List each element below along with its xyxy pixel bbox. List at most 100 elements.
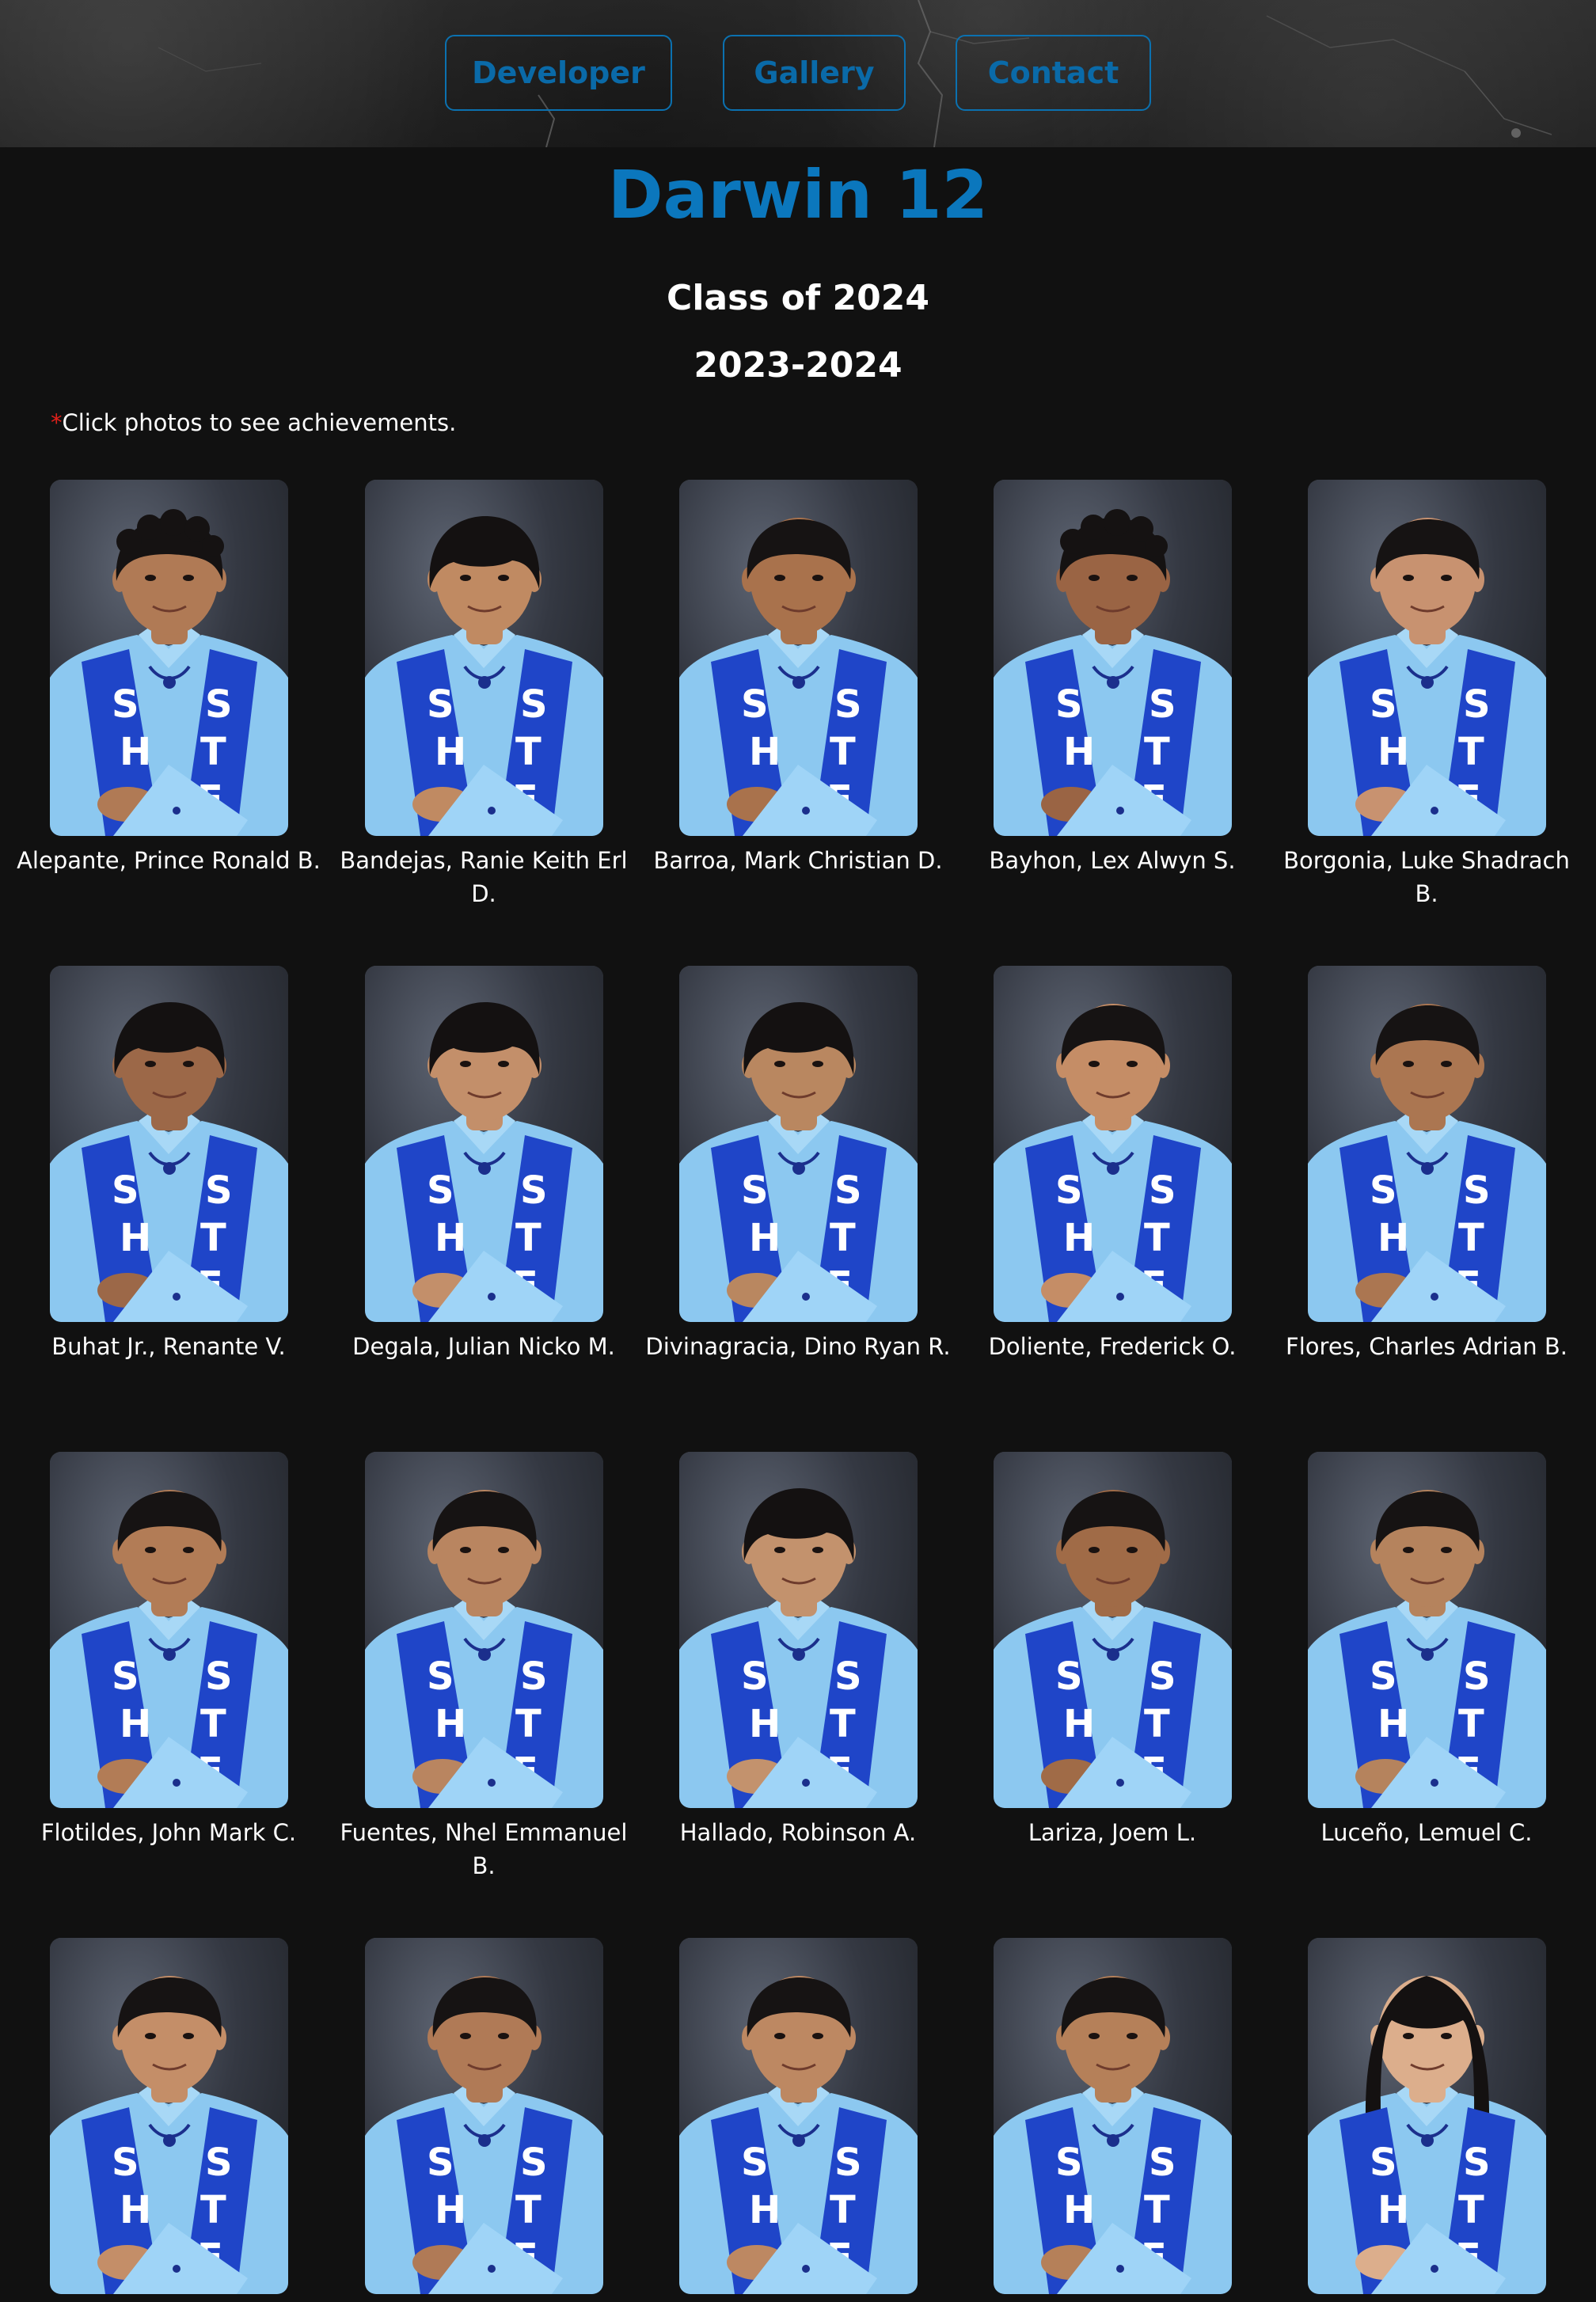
student-card[interactable]: S H S T E Luceño, Lemuel C. — [1268, 1452, 1585, 1849]
graduation-portrait-illustration: S H S T E — [1307, 480, 1546, 836]
graduation-portrait-illustration: S H S T E — [993, 480, 1232, 836]
graduation-portrait-illustration: S H S T E — [678, 1938, 918, 2294]
student-card[interactable]: S H S T E — [325, 1938, 642, 2302]
student-photo[interactable]: S H S T E — [49, 1452, 288, 1808]
student-photo[interactable]: S H S T E — [993, 966, 1232, 1322]
student-card[interactable]: S H S T E Flores, Charles Adrian B. — [1268, 966, 1585, 1363]
svg-text:T: T — [830, 1216, 856, 1260]
student-photo[interactable]: S H S T E — [993, 480, 1232, 836]
student-photo[interactable]: S H S T E — [1307, 1938, 1546, 2294]
svg-text:H: H — [120, 1216, 151, 1260]
svg-text:H: H — [1063, 1702, 1095, 1746]
svg-text:S: S — [112, 1168, 139, 1213]
svg-text:S: S — [1149, 1168, 1176, 1213]
required-asterisk: * — [51, 409, 63, 436]
student-card[interactable]: S H S T E Hallado, Robinson A. — [640, 1452, 956, 1849]
student-photo[interactable]: S H S T E — [364, 480, 603, 836]
svg-text:S: S — [205, 1168, 233, 1213]
student-name: Buhat Jr., Renante V. — [51, 1333, 286, 1360]
student-card[interactable]: S H S T E Bandejas, Ranie Keith Erl D. — [325, 480, 642, 910]
student-photo[interactable]: S H S T E — [678, 480, 918, 836]
student-card[interactable]: S H S T E Divinagracia, Dino Ryan R. — [640, 966, 956, 1363]
student-photo[interactable]: S H S T E — [364, 1938, 603, 2294]
student-card[interactable]: S H S T E Borgonia, Luke Shadrach B. — [1268, 480, 1585, 910]
svg-text:S: S — [1055, 682, 1083, 727]
svg-text:S: S — [112, 1654, 139, 1699]
student-photo[interactable]: S H S T E — [678, 966, 918, 1322]
student-photo[interactable]: S H S T E — [1307, 1452, 1546, 1808]
student-card[interactable]: S H S T E — [10, 1938, 327, 2302]
svg-text:S: S — [427, 1654, 454, 1699]
svg-text:H: H — [749, 1216, 781, 1260]
student-photo[interactable]: S H S T E — [1307, 480, 1546, 836]
svg-text:S: S — [1463, 2141, 1491, 2185]
student-card[interactable]: S H S T E Degala, Julian Nicko M. — [325, 966, 642, 1363]
svg-text:S: S — [1370, 682, 1397, 727]
graduation-portrait-illustration: S H S T E — [678, 966, 918, 1322]
student-card[interactable]: S H S T E Barroa, Mark Christian D. — [640, 480, 956, 877]
student-photo[interactable]: S H S T E — [678, 1938, 918, 2294]
graduation-portrait-illustration: S H S T E — [49, 1938, 288, 2294]
graduation-portrait-illustration: S H S T E — [993, 966, 1232, 1322]
graduation-portrait-illustration: S H S T E — [49, 480, 288, 836]
graduation-portrait-illustration: S H S T E — [1307, 1938, 1546, 2294]
student-photo[interactable]: S H S T E — [364, 1452, 603, 1808]
svg-text:S: S — [112, 682, 139, 727]
svg-text:S: S — [834, 2141, 862, 2185]
svg-text:T: T — [830, 1702, 856, 1746]
student-card[interactable]: S H S T E — [1268, 1938, 1585, 2302]
svg-text:S: S — [741, 1168, 769, 1213]
student-card[interactable]: S H S T E Doliente, Frederick O. — [954, 966, 1271, 1363]
student-card[interactable]: S H S T E Buhat Jr., Renante V. — [10, 966, 327, 1363]
svg-text:H: H — [1063, 2188, 1095, 2232]
svg-text:T: T — [1458, 730, 1484, 774]
student-card[interactable]: S H S T E Lariza, Joem L. — [954, 1452, 1271, 1849]
student-card[interactable]: S H S T E Alepante, Prince Ronald B. — [10, 480, 327, 877]
student-photo[interactable]: S H S T E — [993, 1452, 1232, 1808]
student-photo[interactable]: S H S T E — [49, 480, 288, 836]
nav-developer-button[interactable]: Developer — [445, 35, 672, 111]
svg-text:T: T — [1458, 2188, 1484, 2232]
student-name: Hallado, Robinson A. — [679, 1819, 917, 1846]
student-photo[interactable]: S H S T E — [993, 1938, 1232, 2294]
student-photo[interactable]: S H S T E — [678, 1452, 918, 1808]
svg-text:S: S — [205, 1654, 233, 1699]
graduation-portrait-illustration: S H S T E — [49, 966, 288, 1322]
student-name: Flores, Charles Adrian B. — [1286, 1333, 1568, 1360]
student-photo[interactable]: S H S T E — [1307, 966, 1546, 1322]
svg-text:H: H — [1378, 1216, 1409, 1260]
svg-text:T: T — [200, 1702, 226, 1746]
student-photo[interactable]: S H S T E — [49, 966, 288, 1322]
student-card[interactable]: S H S T E Fuentes, Nhel Emmanuel B. — [325, 1452, 642, 1882]
svg-text:T: T — [200, 2188, 226, 2232]
nav-contact-button[interactable]: Contact — [956, 35, 1151, 111]
graduation-portrait-illustration: S H S T E — [364, 1452, 603, 1808]
svg-text:H: H — [749, 730, 781, 774]
svg-text:H: H — [435, 730, 466, 774]
svg-text:S: S — [1370, 1654, 1397, 1699]
svg-text:S: S — [1055, 2141, 1083, 2185]
svg-text:H: H — [749, 2188, 781, 2232]
student-card[interactable]: S H S T E Bayhon, Lex Alwyn S. — [954, 480, 1271, 877]
student-card[interactable]: S H S T E — [640, 1938, 956, 2302]
graduation-portrait-illustration: S H S T E — [678, 480, 918, 836]
student-photo[interactable]: S H S T E — [49, 1938, 288, 2294]
graduation-portrait-illustration: S H S T E — [678, 1452, 918, 1808]
instruction-text: Click photos to see achievements. — [62, 409, 457, 436]
svg-text:S: S — [1463, 1168, 1491, 1213]
student-photo[interactable]: S H S T E — [364, 966, 603, 1322]
svg-text:S: S — [1463, 682, 1491, 727]
svg-text:S: S — [834, 1654, 862, 1699]
graduation-portrait-illustration: S H S T E — [49, 1452, 288, 1808]
svg-text:H: H — [1063, 1216, 1095, 1260]
svg-text:T: T — [1458, 1216, 1484, 1260]
svg-text:S: S — [1463, 1654, 1491, 1699]
svg-text:S: S — [205, 682, 233, 727]
instruction-note: *Click photos to see achievements. — [51, 408, 456, 437]
svg-text:H: H — [1378, 2188, 1409, 2232]
student-name: Luceño, Lemuel C. — [1320, 1819, 1533, 1846]
student-card[interactable]: S H S T E Flotildes, John Mark C. — [10, 1452, 327, 1849]
student-card[interactable]: S H S T E — [954, 1938, 1271, 2302]
svg-text:H: H — [120, 730, 151, 774]
nav-gallery-button[interactable]: Gallery — [723, 35, 906, 111]
